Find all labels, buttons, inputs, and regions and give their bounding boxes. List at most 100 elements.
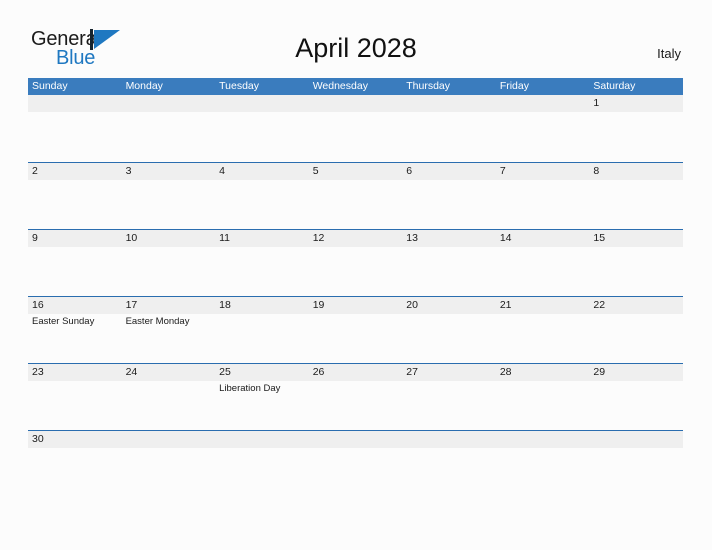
page-header: General Blue April 2028 Italy <box>0 0 712 78</box>
calendar-day-cell[interactable]: 4 <box>215 163 309 229</box>
calendar-week-row: 16 Easter Sunday 17 Easter Monday 18 19 20 21 22 <box>28 296 683 363</box>
calendar-day-cell[interactable]: 6 <box>402 163 496 229</box>
calendar-day-cell[interactable] <box>122 95 216 162</box>
calendar-day-cell[interactable]: 11 <box>215 230 309 296</box>
calendar-table: Sunday Monday Tuesday Wednesday Thursday Frid… <box>28 78 683 452</box>
calendar-week-row: 1 <box>28 95 683 162</box>
calendar-day-cell[interactable] <box>215 431 309 452</box>
calendar-day-cell[interactable]: 25 Liberation Day <box>215 364 309 430</box>
day-of-week-header: Friday <box>499 80 529 92</box>
calendar-page: General Blue April 2028 Italy Sunday Mond… <box>0 0 712 550</box>
calendar-day-cell[interactable]: 5 <box>309 163 403 229</box>
day-number: 11 <box>219 232 231 244</box>
day-number: 16 <box>32 299 44 311</box>
week-cells: 16 Easter Sunday 17 Easter Monday 18 19 20 21 22 <box>28 297 683 363</box>
calendar-day-cell[interactable]: 16 Easter Sunday <box>28 297 122 363</box>
day-number: 13 <box>406 232 418 244</box>
day-of-week-header: Wednesday <box>312 80 368 92</box>
day-number: 10 <box>125 232 138 244</box>
calendar-day-cell[interactable]: 21 <box>496 297 590 363</box>
week-cells: 23 24 25 Liberation Day 26 27 28 29 <box>28 364 683 430</box>
day-number: 9 <box>32 232 38 244</box>
calendar-day-cell[interactable]: 3 <box>122 163 216 229</box>
day-of-week-header: Tuesday <box>219 80 260 92</box>
calendar-week-row: 23 24 25 Liberation Day 26 27 28 29 <box>28 363 683 430</box>
day-number: 2 <box>32 165 38 177</box>
calendar-day-cell[interactable]: 27 <box>402 364 496 430</box>
calendar-day-cell[interactable]: 7 <box>496 163 590 229</box>
holiday-event-label: Easter Monday <box>125 316 190 327</box>
day-number: 4 <box>219 165 225 177</box>
calendar-day-cell[interactable]: 29 <box>589 364 683 430</box>
calendar-day-cell[interactable]: 13 <box>402 230 496 296</box>
calendar-day-cell[interactable] <box>122 431 216 452</box>
day-number: 6 <box>406 165 413 177</box>
calendar-day-cell[interactable] <box>309 431 403 452</box>
day-number: 5 <box>312 165 319 177</box>
calendar-week-row: 9 10 11 12 13 14 15 <box>28 229 683 296</box>
calendar-week-row: 30 <box>28 430 683 452</box>
day-number: 18 <box>219 299 231 311</box>
day-number: 27 <box>406 366 418 378</box>
calendar-day-cell[interactable] <box>309 95 403 162</box>
day-number: 15 <box>593 232 606 244</box>
calendar-day-cell[interactable]: 9 <box>28 230 122 296</box>
day-of-week-header-row: Sunday Monday Tuesday Wednesday Thursday Frid… <box>28 78 683 95</box>
day-events: Liberation Day <box>219 382 308 395</box>
holiday-event-label: Liberation Day <box>219 383 281 394</box>
day-number: 14 <box>499 232 512 244</box>
calendar-day-cell[interactable]: 15 <box>589 230 683 296</box>
day-of-week-header: Sunday <box>32 80 68 92</box>
calendar-day-cell[interactable]: 8 <box>589 163 683 229</box>
calendar-day-cell[interactable] <box>402 95 496 162</box>
calendar-day-cell[interactable]: 12 <box>309 230 403 296</box>
day-number: 3 <box>125 165 132 177</box>
day-number: 20 <box>406 299 418 311</box>
calendar-day-cell[interactable] <box>402 431 496 452</box>
day-number: 7 <box>499 165 506 177</box>
day-of-week-header: Thursday <box>406 80 451 92</box>
calendar-day-cell[interactable]: 1 <box>589 95 683 162</box>
calendar-day-cell[interactable]: 18 <box>215 297 309 363</box>
day-of-week-header: Monday <box>125 80 163 92</box>
calendar-day-cell[interactable]: 26 <box>309 364 403 430</box>
week-cells: 9 10 11 12 13 14 15 <box>28 230 683 296</box>
calendar-day-cell[interactable]: 28 <box>496 364 590 430</box>
calendar-day-cell[interactable]: 23 <box>28 364 122 430</box>
day-number: 24 <box>125 366 138 378</box>
country-label: Italy <box>657 46 681 61</box>
calendar-week-row: 2 3 4 5 6 7 8 <box>28 162 683 229</box>
day-number: 12 <box>312 232 325 244</box>
day-number: 22 <box>593 299 606 311</box>
calendar-day-cell[interactable] <box>496 431 590 452</box>
calendar-day-cell[interactable] <box>215 95 309 162</box>
day-of-week-header: Saturday <box>593 80 636 92</box>
calendar-day-cell[interactable]: 19 <box>309 297 403 363</box>
day-number: 1 <box>593 97 600 109</box>
calendar-day-cell[interactable]: 17 Easter Monday <box>122 297 216 363</box>
day-number: 8 <box>593 165 600 177</box>
calendar-day-cell[interactable]: 14 <box>496 230 590 296</box>
day-number: 25 <box>219 366 231 378</box>
day-number: 19 <box>312 299 325 311</box>
calendar-day-cell[interactable]: 10 <box>122 230 216 296</box>
calendar-day-cell[interactable]: 22 <box>589 297 683 363</box>
calendar-weeks: 1 2 3 4 5 6 7 8 9 10 11 12 13 14 15 16 Easter Sunday 17 Ea… <box>28 95 683 452</box>
day-number: 23 <box>32 366 44 378</box>
day-number: 29 <box>593 366 606 378</box>
calendar-day-cell[interactable] <box>496 95 590 162</box>
day-number: 28 <box>499 366 512 378</box>
calendar-day-cell[interactable]: 30 <box>28 431 122 452</box>
calendar-day-cell[interactable] <box>28 95 122 162</box>
page-title: April 2028 <box>295 33 417 63</box>
calendar-day-cell[interactable]: 24 <box>122 364 216 430</box>
calendar-day-cell[interactable]: 20 <box>402 297 496 363</box>
calendar-day-cell[interactable]: 2 <box>28 163 122 229</box>
holiday-event-label: Easter Sunday <box>32 316 95 327</box>
day-number: 17 <box>125 299 138 311</box>
calendar-day-cell[interactable] <box>589 431 683 452</box>
week-cells: 30 <box>28 431 683 452</box>
day-number: 21 <box>499 299 512 311</box>
day-number: 26 <box>312 366 325 378</box>
week-cells: 2 3 4 5 6 7 8 <box>28 163 683 229</box>
